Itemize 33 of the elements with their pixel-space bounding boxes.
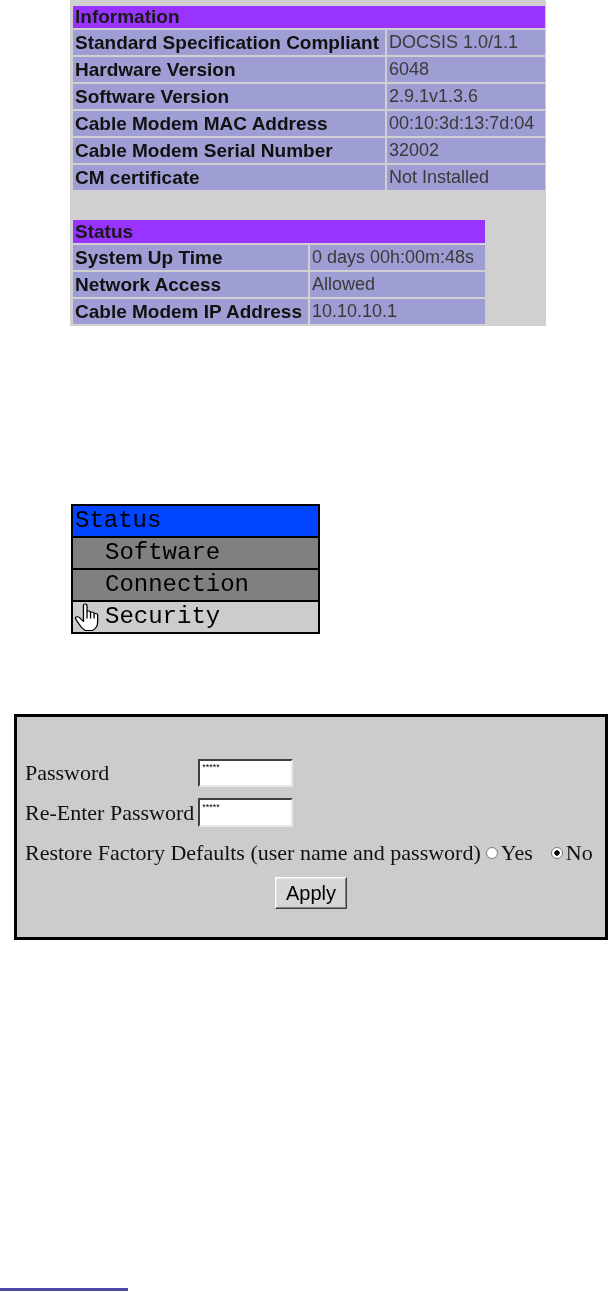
row-value: DOCSIS 1.0/1.1 — [387, 30, 545, 55]
row-value: 6048 — [387, 57, 545, 82]
restore-defaults-label: Restore Factory Defaults (user name and password) — [25, 841, 481, 865]
row-value: 2.9.1v1.3.6 — [387, 84, 545, 109]
row-value: 10.10.10.1 — [310, 299, 485, 324]
row-label: Cable Modem MAC Address — [73, 111, 386, 136]
password-field[interactable]: ***** — [198, 759, 294, 787]
row-value: Not Installed — [387, 165, 545, 190]
row-label: Cable Modem IP Address — [73, 299, 308, 324]
menu-item[interactable]: Connection — [73, 570, 318, 600]
radio-label: No — [565, 841, 593, 865]
password-field[interactable]: ***** — [198, 798, 294, 827]
section-header: Information — [73, 6, 545, 28]
apply-button[interactable]: Apply — [275, 877, 347, 909]
menu-item[interactable]: Security — [73, 602, 318, 632]
row-label: Hardware Version — [73, 57, 386, 82]
radio-label: Yes — [500, 841, 533, 865]
row-label: Network Access — [73, 272, 308, 297]
row-label: CM certificate — [73, 165, 386, 190]
row-value: 0 days 00h:00m:48s — [310, 245, 485, 270]
radio-button[interactable] — [550, 847, 563, 859]
menu-item[interactable]: Software — [73, 538, 318, 568]
row-label: Software Version — [73, 84, 386, 109]
row-value: 00:10:3d:13:7d:04 — [387, 111, 545, 136]
row-value: Allowed — [310, 272, 485, 297]
row-label: Standard Specification Compliant — [73, 30, 386, 55]
field-label: Password — [25, 761, 111, 785]
field-label: Re-Enter Password — [25, 800, 195, 825]
radio-button[interactable] — [485, 847, 498, 859]
row-label: Cable Modem Serial Number — [73, 138, 386, 163]
section-header: Status — [73, 220, 485, 243]
row-label: System Up Time — [73, 245, 308, 270]
row-value: 32002 — [387, 138, 545, 163]
